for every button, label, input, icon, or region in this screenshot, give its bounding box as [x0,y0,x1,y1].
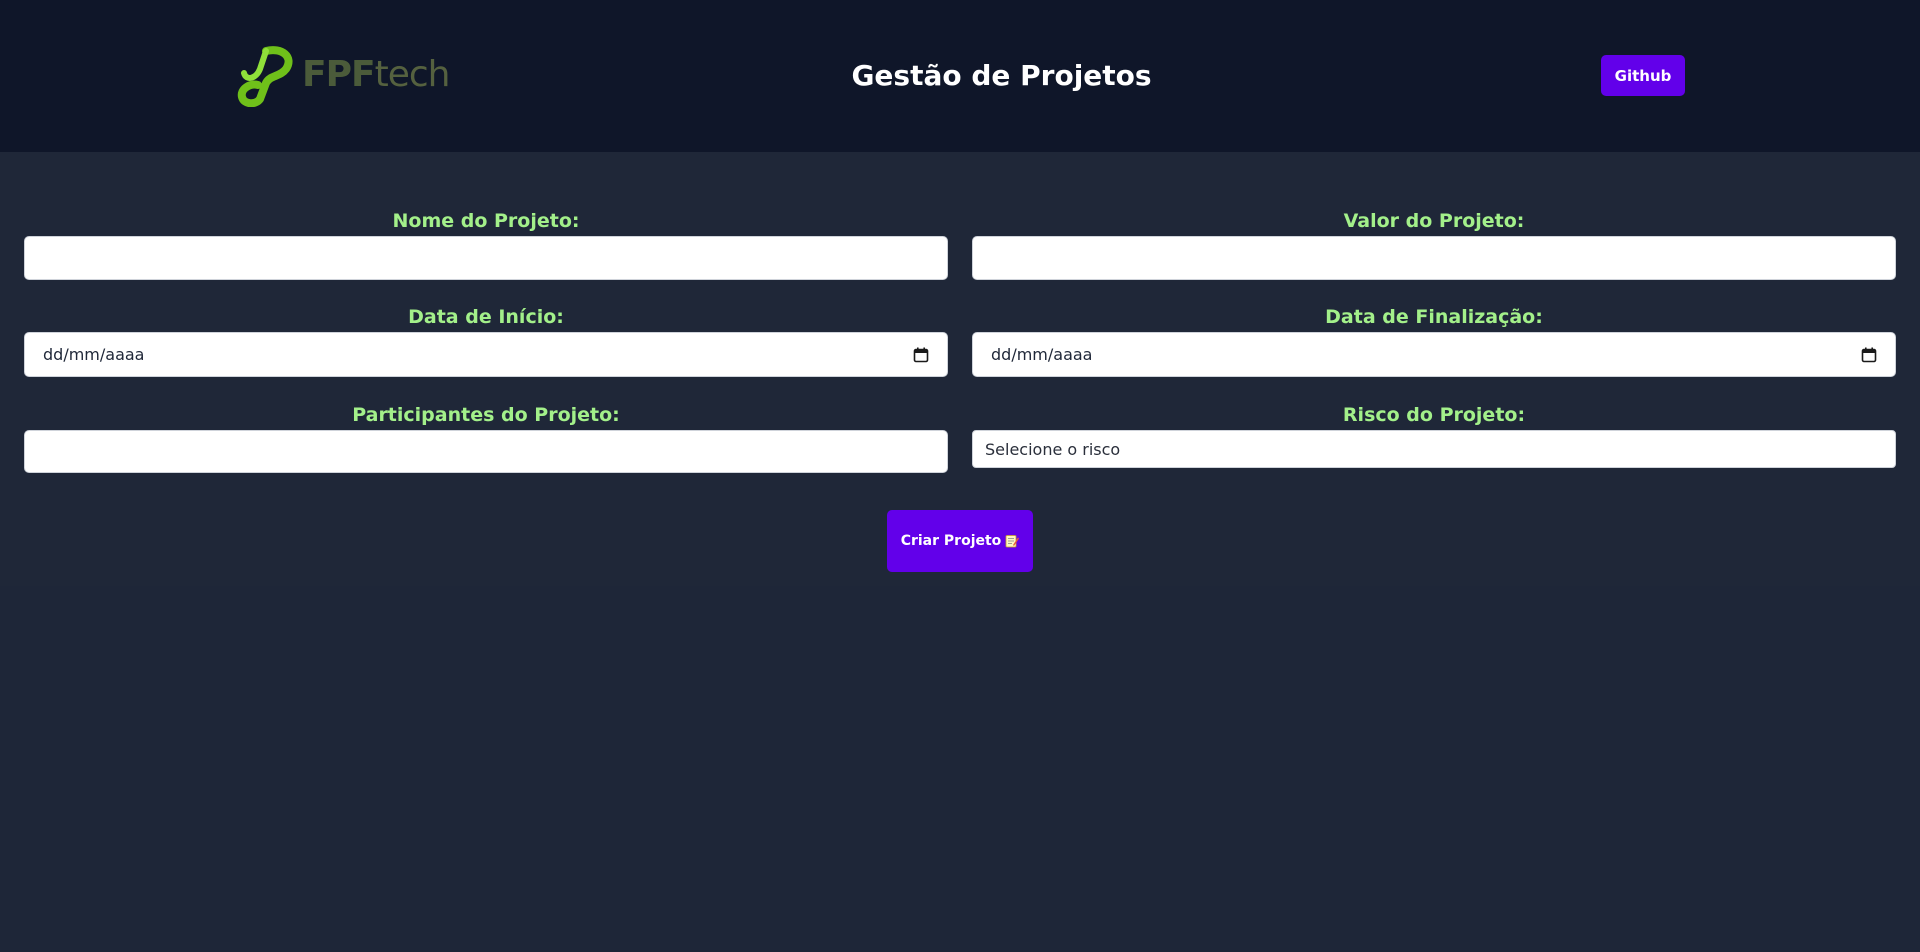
risk-label: Risco do Projeto: [1342,404,1526,426]
page-title: Gestão de Projetos [851,59,1152,92]
start-date-label: Data de Início: [408,306,564,328]
calendar-icon[interactable] [1861,347,1877,363]
end-date-label: Data de Finalização: [1325,306,1543,328]
logo-text-tech: tech [374,54,451,95]
start-date-placeholder: dd/mm/aaaa [43,345,145,364]
participants-label: Participantes do Projeto: [352,404,620,426]
end-date-placeholder: dd/mm/aaaa [991,345,1093,364]
end-date-input[interactable]: dd/mm/aaaa [972,332,1896,377]
fpftech-logo: FPFtech [236,43,450,107]
infinity-logo-icon [237,46,293,107]
github-button[interactable]: Github [1601,55,1685,96]
create-project-button[interactable]: Criar Projeto [887,510,1033,572]
project-value-label: Valor do Projeto: [1343,210,1525,232]
project-name-input[interactable] [24,236,948,280]
logo-wordmark: FPFtech [302,53,451,97]
app-header: FPFtech Gestão de Projetos Github [0,0,1920,152]
project-name-label: Nome do Projeto: [392,210,580,232]
risk-select[interactable]: Selecione o risco [972,430,1896,468]
calendar-icon[interactable] [913,347,929,363]
memo-icon [1005,535,1020,548]
project-value-input[interactable] [972,236,1896,280]
start-date-input[interactable]: dd/mm/aaaa [24,332,948,377]
risk-selected-value: Selecione o risco [985,439,1121,459]
logo-text-fpf: FPF [302,54,376,95]
participants-input[interactable] [24,430,948,473]
create-project-label: Criar Projeto [900,533,1002,549]
